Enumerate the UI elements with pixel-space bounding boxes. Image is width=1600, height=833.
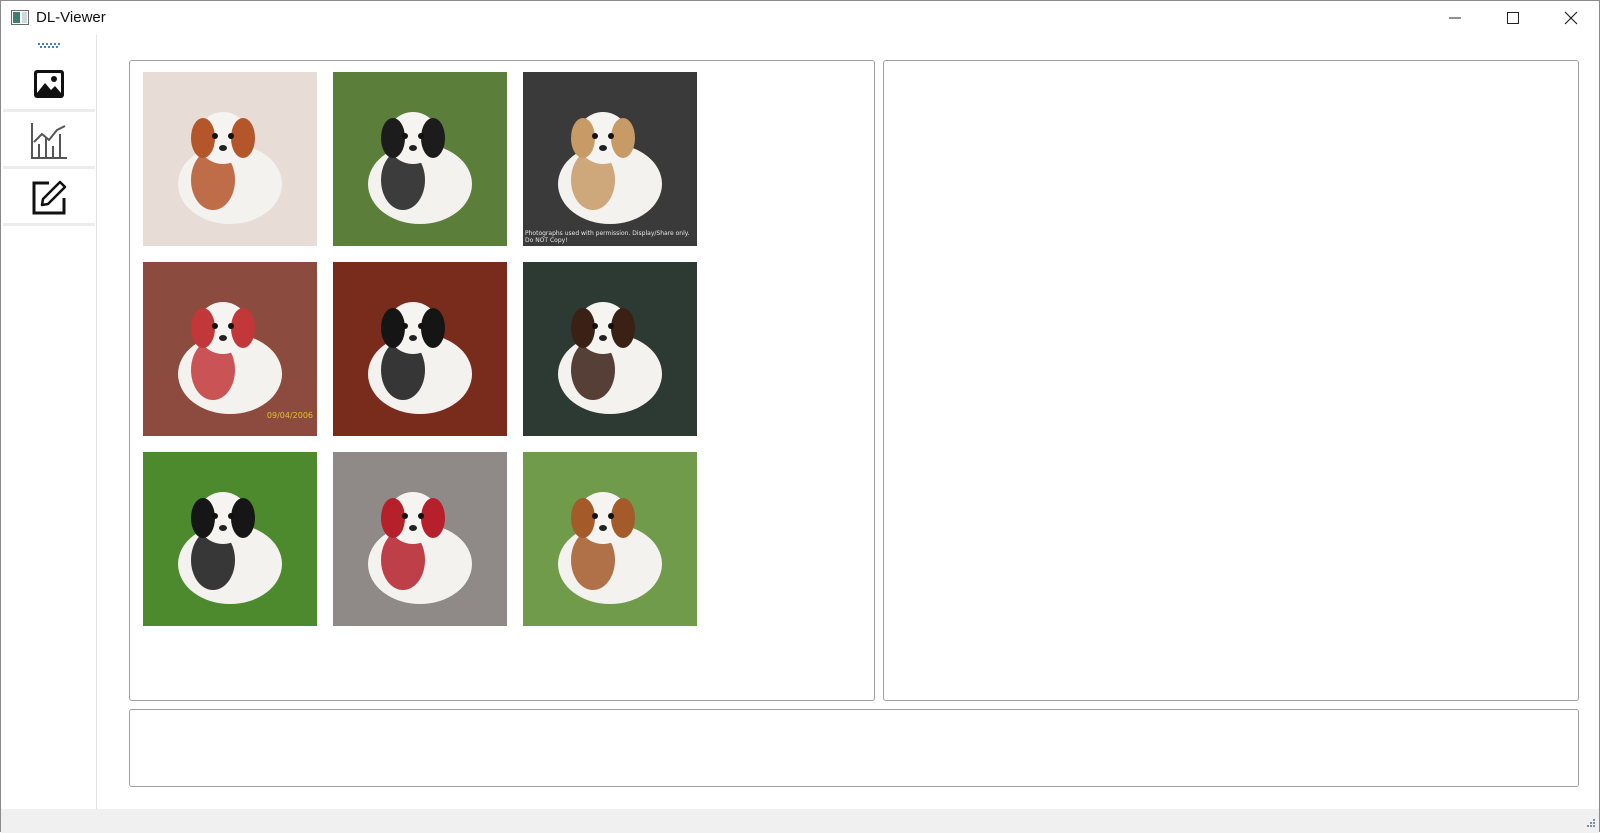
thumbnail-3[interactable]: Photographs used with permission. Displa… [523, 72, 697, 246]
edit-pencil-icon [32, 180, 67, 214]
thumbnail-7[interactable] [143, 452, 317, 626]
dog-photo [143, 72, 317, 246]
dotted-grip-icon[interactable] [37, 43, 61, 49]
thumbnail-9[interactable] [523, 452, 697, 626]
title-bar[interactable]: DL-Viewer [1, 1, 1599, 35]
dog-photo [333, 262, 507, 436]
dog-photo [333, 452, 507, 626]
image-icon [34, 69, 64, 98]
dog-photo [143, 452, 317, 626]
bar-line-chart-icon [31, 122, 67, 159]
thumbnail-5[interactable] [333, 262, 507, 436]
maximize-button[interactable] [1484, 1, 1542, 35]
image-detail-panel[interactable] [883, 60, 1579, 701]
close-button[interactable] [1542, 1, 1600, 35]
dl-viewer-app-icon [11, 10, 29, 25]
thumbnail-4[interactable]: 09/04/2006 [143, 262, 317, 436]
sidebar [1, 35, 97, 809]
dog-photo [523, 262, 697, 436]
thumbnail-6[interactable] [523, 262, 697, 436]
dog-photo [143, 262, 317, 436]
close-icon [1564, 11, 1578, 25]
thumbnail-8[interactable] [333, 452, 507, 626]
dog-photo [523, 452, 697, 626]
status-bar [1, 809, 1599, 833]
sidebar-item-edit[interactable] [3, 172, 95, 226]
thumbnail-2[interactable] [333, 72, 507, 246]
sidebar-item-statistics[interactable] [3, 115, 95, 169]
minimize-button[interactable] [1426, 1, 1484, 35]
dog-photo [523, 72, 697, 246]
minimize-icon [1449, 17, 1461, 19]
thumbnail-1[interactable] [143, 72, 317, 246]
resize-grip-icon[interactable] [1584, 818, 1596, 830]
dog-photo [333, 72, 507, 246]
window-title: DL-Viewer [36, 9, 106, 26]
photo-caption: Photographs used with permission. Displa… [525, 230, 690, 244]
sidebar-item-images[interactable] [3, 58, 95, 112]
maximize-icon [1507, 12, 1519, 24]
bottom-info-panel[interactable] [129, 709, 1579, 787]
photo-caption: 09/04/2006 [266, 411, 313, 420]
app-window: DL-Viewer Photographs used with permissi… [0, 0, 1600, 833]
image-gallery-panel[interactable]: Photographs used with permission. Displa… [129, 60, 875, 701]
